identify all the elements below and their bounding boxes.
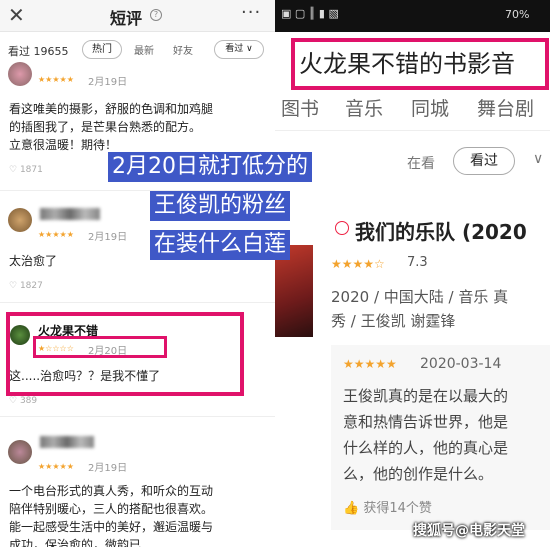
review-date: 2月19日 <box>88 232 128 243</box>
like-count[interactable]: ♡ 389 <box>9 396 37 406</box>
tab-books[interactable]: 图书 <box>281 94 319 121</box>
movie-meta: 2020 / 中国大陆 / 音乐 真 秀 / 王俊凯 谢霆锋 <box>331 285 508 333</box>
overlay-line-3: 在装什么白莲 <box>150 230 291 260</box>
screenshot-collage: ✕ 短评 ? ··· 看过 19655 热门 最新 好友 看过 ∨ ★★★★★ … <box>0 0 550 547</box>
tab-local[interactable]: 同城 <box>411 94 449 121</box>
tab-stage[interactable]: 舞台剧 <box>477 94 534 121</box>
sort-dropdown[interactable]: 看过 ∨ <box>214 40 264 59</box>
like-number: 389 <box>19 396 38 406</box>
rating-stars: ★★★★★ <box>38 462 74 471</box>
tab-music[interactable]: 音乐 <box>345 94 383 121</box>
review-text: 一个电台形式的真人秀，和听众的互动 陪伴特别暖心，三人的搭配也很喜欢。 能一起感… <box>9 482 213 547</box>
like-text: 获得14个赞 <box>363 501 432 516</box>
status-icons: ▣ ▢ ║ ▮ ▧ <box>281 7 339 20</box>
rating-stars: ★★★★★ <box>38 230 74 239</box>
overlay-line-1: 2月20日就打低分的 <box>108 152 312 182</box>
rating-stars: ★★★★★ <box>38 75 74 84</box>
divider <box>0 302 275 303</box>
like-number: 1827 <box>19 281 43 291</box>
review-line: 一个电台形式的真人秀，和听众的互动 <box>9 484 214 498</box>
meta-line: 2020 / 中国大陆 / 音乐 真 <box>331 288 509 306</box>
battery-level: 70% <box>505 8 530 21</box>
movie-score: 7.3 <box>407 255 428 270</box>
review-like[interactable]: 👍 获得14个赞 <box>343 497 432 516</box>
filter-bar: 看过 19655 热门 最新 好友 看过 ∨ <box>0 37 275 65</box>
help-icon[interactable]: ? <box>150 9 162 21</box>
review-line: 意和热情告诉世界，他是 <box>343 413 509 431</box>
review-text: 看这唯美的摄影，舒服的色调和加鸡腿 的插图我了，是芒果台熟悉的配方。 立意很温暖… <box>9 100 213 154</box>
like-count[interactable]: ♡ 1871 <box>9 165 43 175</box>
review-date: 2020-03-14 <box>420 356 502 372</box>
review-text: 太治愈了 <box>9 252 57 270</box>
review-line: 王俊凯真的是在以最大的 <box>343 387 509 405</box>
meta-line: 秀 / 王俊凯 谢霆锋 <box>331 312 456 330</box>
filter-seen[interactable]: 看过 <box>453 147 515 175</box>
blurred-username <box>40 436 94 448</box>
tab-hot[interactable]: 热门 <box>82 40 122 59</box>
highlight-box-rating <box>33 336 167 358</box>
movie-title[interactable]: 我们的乐队 (2020 <box>355 216 527 245</box>
page-title: 短评 <box>110 9 143 28</box>
review-line: 成功，保治愈的，微韵已... <box>9 538 153 547</box>
blurred-username <box>40 208 100 220</box>
review-line: 看这唯美的摄影，舒服的色调和加鸡腿 <box>9 102 214 116</box>
review-line: 什么样的人，他的真心是 <box>343 439 509 457</box>
tab-friends[interactable]: 好友 <box>173 42 193 57</box>
seen-count: 看过 19655 <box>8 45 69 58</box>
status-bar: ▣ ▢ ║ ▮ ▧ 70% <box>275 0 550 32</box>
overlay-line-2: 王俊凯的粉丝 <box>150 191 291 221</box>
avatar[interactable] <box>8 440 32 464</box>
movie-rating-stars: ★★★★☆ <box>331 257 385 271</box>
highlight-box-title <box>291 38 549 90</box>
like-count[interactable]: ♡ 1827 <box>9 281 43 291</box>
avatar[interactable] <box>8 208 32 232</box>
like-number: 1871 <box>19 165 43 175</box>
watermark: 搜狐号@电影天堂 <box>413 523 525 539</box>
category-tabs: 图书 音乐 同城 舞台剧 <box>275 94 550 128</box>
user-collection-panel: ▣ ▢ ║ ▮ ▧ 70% 火龙果不错的书影音 图书 音乐 同城 舞台剧 在看 … <box>275 0 550 547</box>
short-review-panel: ✕ 短评 ? ··· 看过 19655 热门 最新 好友 看过 ∨ ★★★★★ … <box>0 0 275 547</box>
review-line: 陪伴特别暖心，三人的搭配也很喜欢。 <box>9 502 214 516</box>
review-line: 能一起感受生活中的美好，邂逅温暖与 <box>9 520 214 534</box>
review-line: 么，他的创作是什么。 <box>343 465 494 483</box>
tab-latest[interactable]: 最新 <box>134 42 154 57</box>
filter-watching[interactable]: 在看 <box>407 153 435 173</box>
review-stars: ★★★★★ <box>343 357 397 371</box>
review-date: 2月19日 <box>88 77 128 88</box>
review-line: 的插图我了，是芒果台熟悉的配方。 <box>9 120 202 134</box>
more-icon[interactable]: ··· <box>241 2 261 23</box>
play-icon <box>335 221 349 235</box>
filter-extra[interactable]: ∨ <box>533 151 543 167</box>
divider <box>0 416 275 417</box>
divider <box>275 130 550 131</box>
avatar[interactable] <box>8 62 32 86</box>
close-icon[interactable]: ✕ <box>8 4 25 26</box>
review-date: 2月19日 <box>88 463 128 474</box>
review-text: 王俊凯真的是在以最大的 意和热情告诉世界，他是 什么样的人，他的真心是 么，他的… <box>343 383 508 487</box>
review-line: 太治愈了 <box>9 254 58 268</box>
top-bar: ✕ 短评 ? ··· <box>0 0 275 32</box>
